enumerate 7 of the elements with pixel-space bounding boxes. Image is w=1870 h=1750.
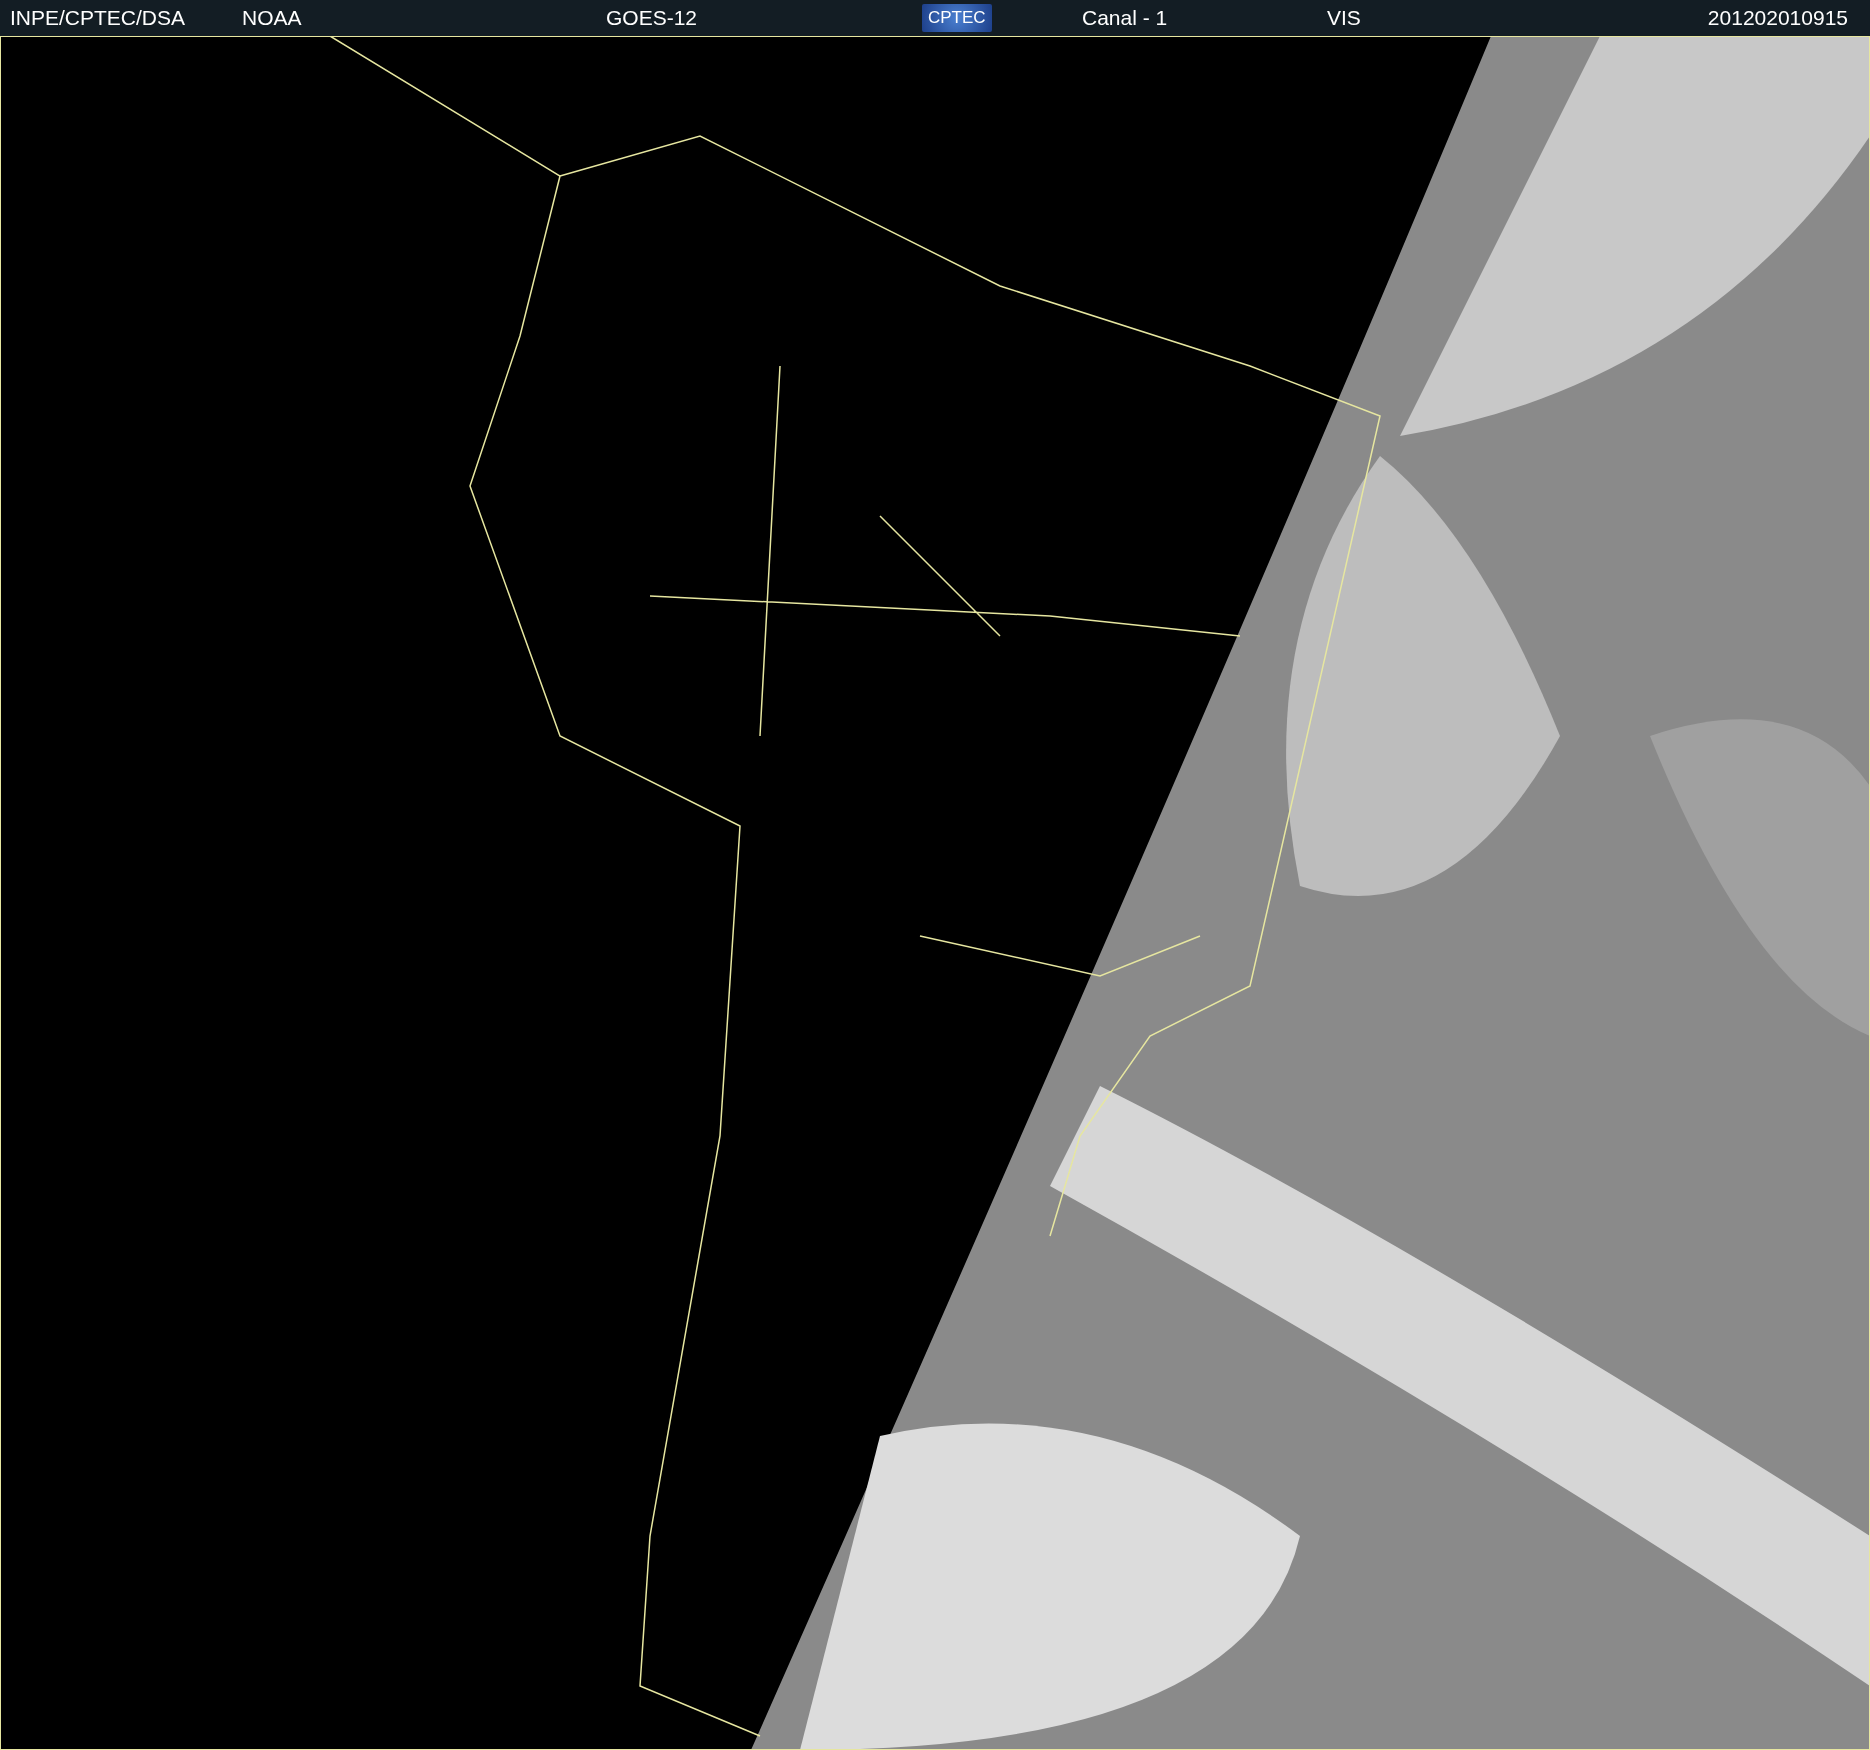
header-label: INPE/CPTEC/DSA	[10, 6, 186, 30]
logo: CPTEC	[922, 4, 992, 32]
header-label: GOES-12	[606, 6, 698, 30]
header-label: Canal - 1	[1082, 6, 1168, 30]
header-label: 201202010915	[1707, 6, 1848, 30]
header-label: VIS	[1327, 6, 1361, 30]
header-label: NOAA	[242, 6, 302, 30]
